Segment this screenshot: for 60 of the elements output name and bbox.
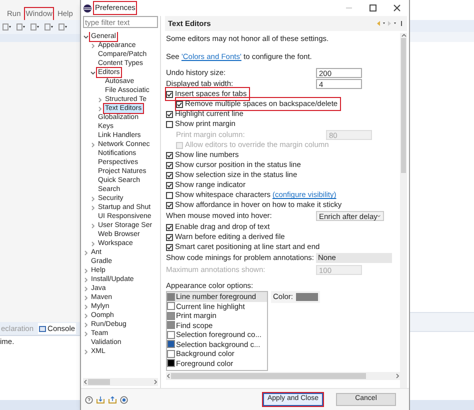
scroll-up-icon[interactable] — [400, 33, 406, 38]
toolbar-icon[interactable] — [16, 23, 26, 31]
scroll-right-icon[interactable] — [395, 373, 400, 379]
horizontal-scrollbar[interactable] — [166, 372, 400, 380]
import-icon[interactable] — [96, 396, 105, 404]
record-icon[interactable] — [120, 396, 128, 404]
close-icon[interactable] — [393, 4, 401, 12]
chevron-down-icon[interactable] — [90, 70, 96, 76]
chevron-right-icon[interactable] — [90, 240, 96, 246]
chevron-down-icon — [377, 214, 381, 218]
toolbar — [410, 20, 474, 32]
toolbar-icon[interactable] — [44, 23, 54, 31]
checkbox[interactable] — [166, 172, 173, 178]
scroll-right-icon[interactable] — [153, 379, 158, 385]
chevron-right-icon[interactable] — [90, 204, 96, 210]
checkbox[interactable] — [166, 120, 173, 128]
checkbox[interactable] — [166, 90, 173, 98]
vertical-scrollbar[interactable] — [400, 33, 407, 388]
chevron-right-icon[interactable] — [83, 312, 89, 318]
chevron-right-icon[interactable] — [90, 196, 96, 202]
chevron-right-icon[interactable] — [83, 286, 89, 292]
checkbox[interactable] — [166, 224, 173, 230]
chevron-right-icon[interactable] — [97, 96, 103, 102]
eclipse-icon — [83, 4, 92, 12]
chevron-right-icon[interactable] — [90, 42, 96, 48]
help-icon[interactable] — [85, 396, 93, 404]
checkbox[interactable] — [166, 182, 173, 188]
chevron-right-icon[interactable] — [83, 322, 89, 328]
checkbox[interactable] — [166, 202, 173, 208]
checkbox[interactable] — [166, 110, 173, 118]
export-icon[interactable] — [108, 396, 117, 404]
scroll-left-icon[interactable] — [166, 373, 171, 379]
toolbar-icon[interactable] — [2, 23, 12, 31]
chevron-right-icon[interactable] — [83, 276, 89, 282]
checkbox[interactable] — [166, 244, 173, 250]
view-tab-bar — [410, 312, 474, 332]
editor-tab-bar — [410, 32, 474, 42]
chevron-right-icon[interactable] — [97, 106, 103, 112]
status-bar — [410, 400, 474, 410]
chevron-right-icon[interactable] — [83, 304, 89, 310]
toolbar-icon[interactable] — [30, 23, 40, 31]
back-forward-icon[interactable] — [376, 20, 404, 27]
checkbox[interactable] — [166, 192, 173, 198]
chevron-right-icon[interactable] — [90, 142, 96, 148]
checkbox[interactable] — [166, 162, 173, 168]
chevron-right-icon[interactable] — [83, 268, 89, 274]
chevron-right-icon[interactable] — [83, 348, 89, 354]
chevron-right-icon[interactable] — [90, 222, 96, 228]
chevron-down-icon[interactable] — [83, 34, 89, 40]
scroll-left-icon[interactable] — [83, 379, 88, 385]
maximize-icon[interactable] — [369, 4, 377, 12]
chevron-right-icon[interactable] — [83, 330, 89, 336]
horizontal-scrollbar[interactable] — [83, 378, 158, 386]
chevron-right-icon[interactable] — [83, 250, 89, 256]
chevron-right-icon[interactable] — [83, 294, 89, 300]
console-icon — [38, 326, 46, 332]
checkbox[interactable] — [166, 234, 173, 240]
checkbox[interactable] — [166, 152, 173, 158]
toolbar-icon[interactable] — [58, 23, 68, 31]
color-swatch[interactable] — [296, 293, 318, 301]
